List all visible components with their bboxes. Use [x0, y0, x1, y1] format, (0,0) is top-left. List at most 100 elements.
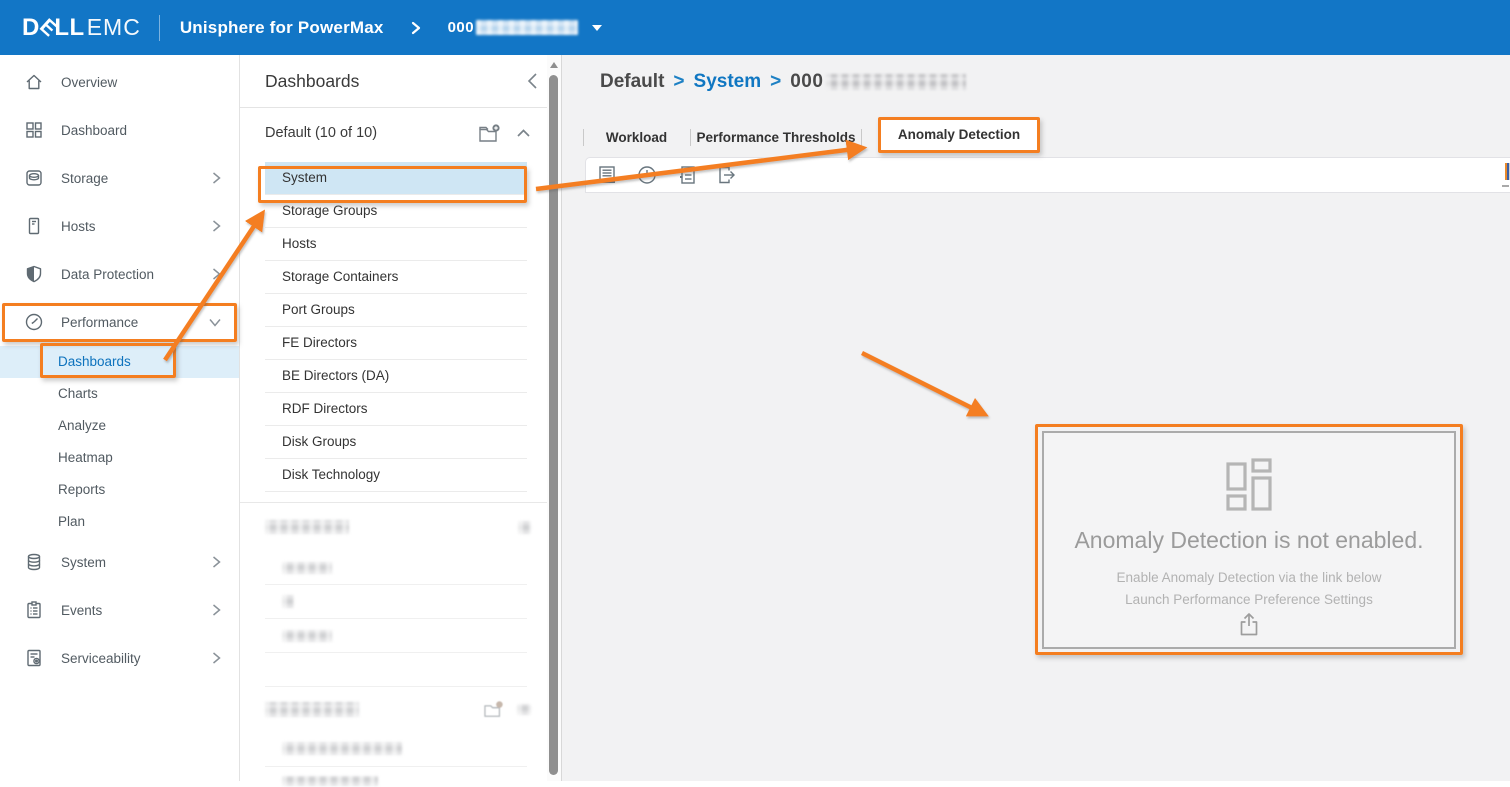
sidebar-item-plan[interactable]: Plan [0, 506, 239, 538]
scrollbar-thumb[interactable] [549, 75, 558, 775]
tab-performance-thresholds[interactable]: Performance Thresholds [690, 120, 862, 155]
performance-toolbar [585, 157, 1510, 193]
redacted-section-title [265, 520, 349, 534]
panel-title: Dashboards [265, 71, 525, 92]
array-serial-redacted [476, 20, 578, 35]
collapse-section-icon[interactable] [516, 128, 531, 138]
new-dashboard-folder-icon[interactable] [478, 123, 502, 144]
hosts-icon [24, 216, 44, 236]
dashboard-item-system[interactable]: System [265, 162, 527, 195]
sidebar-label: Hosts [61, 219, 211, 234]
sidebar-item-events[interactable]: Events [0, 586, 239, 634]
report-icon[interactable] [596, 164, 618, 186]
chevron-right-icon [211, 267, 222, 281]
dashboard-item-be-directors[interactable]: BE Directors (DA) [265, 360, 527, 393]
breadcrumb-separator: > [770, 71, 781, 93]
chevron-right-icon [211, 171, 222, 185]
breadcrumb-serial-prefix: 000 [790, 71, 823, 93]
sidebar-item-reports[interactable]: Reports [0, 474, 239, 506]
header-chevron-icon [410, 21, 422, 35]
tab-workload[interactable]: Workload [583, 120, 690, 155]
sidebar-label: Storage [61, 171, 211, 186]
default-section-label: Default (10 of 10) [265, 125, 464, 141]
empty-state-line1: Enable Anomaly Detection via the link be… [1117, 570, 1382, 585]
redacted-list [265, 551, 527, 687]
details-list-icon[interactable] [676, 164, 698, 186]
tab-bar: Workload Performance Thresholds [583, 120, 862, 155]
dashboard-item-storage-containers[interactable]: Storage Containers [265, 261, 527, 294]
clipped-legend-dash [1502, 185, 1509, 187]
export-icon[interactable] [716, 164, 738, 186]
sidebar-item-system[interactable]: System [0, 538, 239, 586]
main-content: Default > System > 000 Workload Performa… [562, 55, 1510, 781]
panel-scrollbar[interactable] [547, 55, 561, 781]
sidebar-item-dashboards[interactable]: Dashboards [0, 346, 239, 378]
anomaly-empty-state: Anomaly Detection is not enabled. Enable… [1042, 431, 1456, 649]
top-header: DELL EMC Unisphere for PowerMax 000 [0, 0, 1510, 55]
dashboard-item-disk-technology[interactable]: Disk Technology [265, 459, 527, 492]
dashboard-item-fe-directors[interactable]: FE Directors [265, 327, 527, 360]
sidebar-label: System [61, 555, 211, 570]
clipped-chart-icon[interactable] [1505, 163, 1510, 180]
sidebar-label: Overview [61, 75, 239, 90]
tab-anomaly-detection[interactable]: Anomaly Detection [878, 117, 1040, 153]
breadcrumb-serial-redacted [826, 74, 966, 90]
breadcrumb-default[interactable]: Default [600, 71, 664, 93]
sidebar-item-data-protection[interactable]: Data Protection [0, 250, 239, 298]
redacted-section-icon [518, 521, 531, 534]
sidebar-item-storage[interactable]: Storage [0, 154, 239, 202]
sidebar-item-charts[interactable]: Charts [0, 378, 239, 410]
sidebar-label: Events [61, 603, 211, 618]
sidebar-item-overview[interactable]: Overview [0, 58, 239, 106]
sidebar-label: Dashboard [61, 123, 239, 138]
sidebar-item-hosts[interactable]: Hosts [0, 202, 239, 250]
sidebar-label: Data Protection [61, 267, 211, 282]
redacted-item [282, 742, 402, 755]
redacted-item [282, 630, 332, 642]
array-selector-dropdown[interactable]: 000 [448, 19, 603, 36]
shield-icon [24, 264, 44, 284]
header-divider [159, 15, 160, 41]
sidebar-item-dashboard[interactable]: Dashboard [0, 106, 239, 154]
sidebar-item-performance[interactable]: Performance [0, 298, 239, 346]
redacted-section-header [240, 503, 561, 551]
dashboard-item-rdf-directors[interactable]: RDF Directors [265, 393, 527, 426]
sidebar-item-serviceability[interactable]: Serviceability [0, 634, 239, 682]
breadcrumb-system-link[interactable]: System [694, 71, 762, 93]
new-dashboard-folder-icon[interactable] [483, 700, 505, 719]
sidebar-item-heatmap[interactable]: Heatmap [0, 442, 239, 474]
gauge-icon [24, 312, 44, 332]
emc-logo-text: EMC [87, 14, 141, 41]
empty-state-title: Anomaly Detection is not enabled. [1074, 527, 1423, 554]
launch-preference-settings-link[interactable]: Launch Performance Preference Settings [1125, 592, 1373, 607]
collapse-panel-icon[interactable] [525, 71, 539, 91]
breadcrumb: Default > System > 000 [600, 71, 966, 93]
clipboard-icon [24, 600, 44, 620]
share-launch-icon [1237, 611, 1261, 637]
dell-emc-logo[interactable]: DELL EMC [22, 14, 141, 42]
breadcrumb-separator: > [673, 71, 684, 93]
app-title: Unisphere for PowerMax [180, 18, 384, 38]
sidebar-label: Performance [61, 315, 208, 330]
dashboard-item-storage-groups[interactable]: Storage Groups [265, 195, 527, 228]
dashboard-item-disk-groups[interactable]: Disk Groups [265, 426, 527, 459]
redacted-section-header [240, 687, 561, 731]
redacted-section-title [265, 702, 359, 717]
scrollbar-up-arrow-icon[interactable] [550, 62, 558, 68]
redacted-item [282, 595, 294, 608]
launch-icon-wrap[interactable] [1237, 611, 1261, 637]
sidebar-label: Serviceability [61, 651, 211, 666]
dashboard-item-hosts[interactable]: Hosts [265, 228, 527, 261]
redacted-item [282, 776, 378, 786]
serviceability-icon [24, 648, 44, 668]
sidebar-item-analyze[interactable]: Analyze [0, 410, 239, 442]
dell-logo-text: DELL [22, 14, 85, 42]
left-navigation: Overview Dashboard Storage Hosts Data Pr… [0, 55, 240, 781]
redacted-list [265, 731, 527, 787]
dashboard-item-port-groups[interactable]: Port Groups [265, 294, 527, 327]
time-range-icon[interactable] [636, 164, 658, 186]
dropdown-caret-icon [592, 25, 602, 31]
database-icon [24, 552, 44, 572]
dashboards-panel: Dashboards Default (10 of 10) System Sto… [240, 55, 562, 781]
home-icon [24, 72, 44, 92]
